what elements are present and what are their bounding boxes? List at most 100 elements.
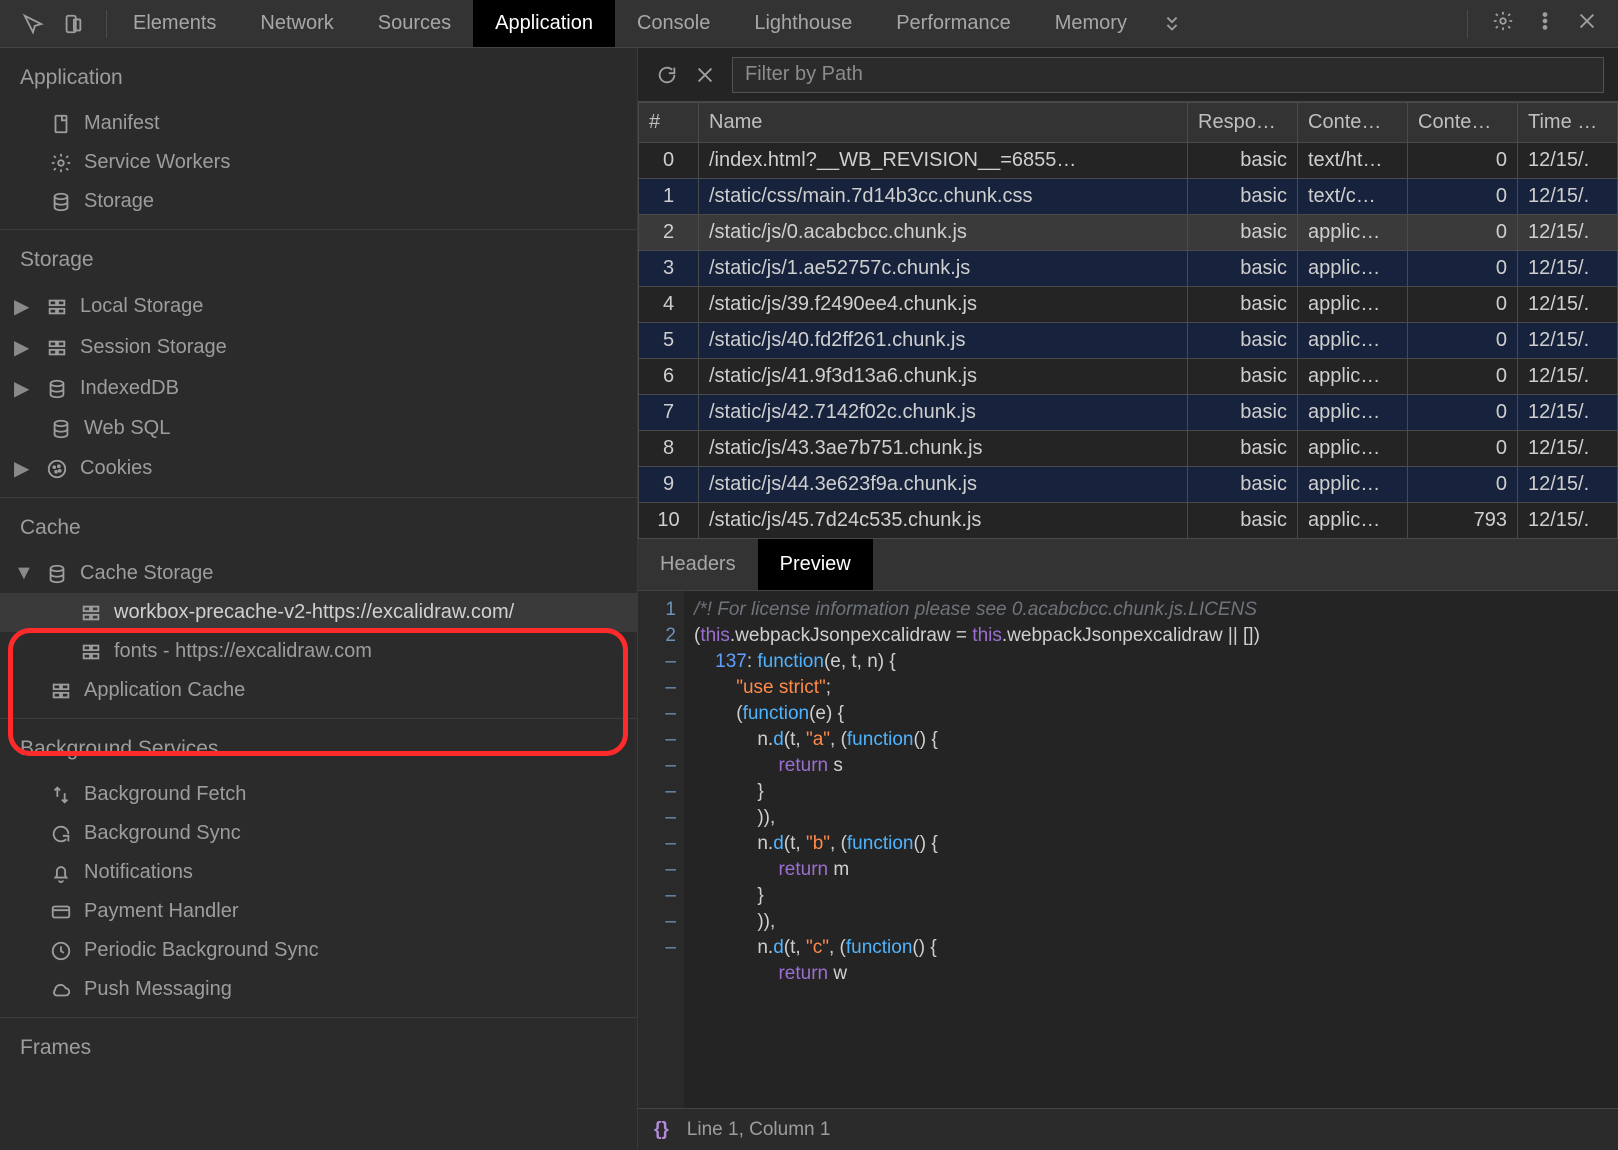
- sidebar-item-fonts-https-excalidraw-com[interactable]: fonts - https://excalidraw.com: [0, 632, 637, 671]
- tab-lighthouse[interactable]: Lighthouse: [732, 0, 874, 47]
- sidebar-item-payment-handler[interactable]: Payment Handler: [0, 892, 637, 931]
- filter-input[interactable]: [732, 57, 1604, 93]
- col-0[interactable]: #: [639, 103, 699, 143]
- sidebar-item-label: Service Workers: [84, 151, 230, 174]
- sidebar-item-storage[interactable]: Storage: [0, 182, 637, 221]
- sidebar-item-label: Push Messaging: [84, 978, 232, 1001]
- tab-memory[interactable]: Memory: [1033, 0, 1149, 47]
- table-row[interactable]: 10/static/js/45.7d24c535.chunk.jsbasicap…: [639, 503, 1618, 539]
- cache-toolbar: [638, 48, 1618, 102]
- cell: applic…: [1298, 467, 1408, 503]
- cache-table[interactable]: #NameRespo…Conte…Conte…Time … 0/index.ht…: [638, 102, 1618, 539]
- table-row[interactable]: 1/static/css/main.7d14b3cc.chunk.cssbasi…: [639, 179, 1618, 215]
- cell: basic: [1188, 503, 1298, 539]
- cell: 8: [639, 431, 699, 467]
- tab-elements[interactable]: Elements: [111, 0, 238, 47]
- cell: /static/js/0.acabcbcc.chunk.js: [699, 215, 1188, 251]
- subtab-preview[interactable]: Preview: [758, 539, 873, 590]
- cell: 3: [639, 251, 699, 287]
- close-icon[interactable]: [1576, 10, 1598, 32]
- table-row[interactable]: 5/static/js/40.fd2ff261.chunk.jsbasicapp…: [639, 323, 1618, 359]
- grid-icon: [46, 296, 68, 318]
- sidebar-item-label: Notifications: [84, 861, 193, 884]
- sidebar-item-application-cache[interactable]: Application Cache: [0, 671, 637, 710]
- cell: 12/15/.: [1518, 359, 1618, 395]
- col-5[interactable]: Time …: [1518, 103, 1618, 143]
- more-tabs-icon[interactable]: [1161, 13, 1183, 35]
- cell: /static/js/40.fd2ff261.chunk.js: [699, 323, 1188, 359]
- cell: applic…: [1298, 431, 1408, 467]
- sync-icon: [50, 823, 72, 845]
- expand-icon[interactable]: ▼: [14, 562, 30, 585]
- application-sidebar[interactable]: ApplicationManifestService WorkersStorag…: [0, 48, 638, 1150]
- sidebar-item-cache-storage[interactable]: ▼Cache Storage: [0, 554, 637, 593]
- cell: 12/15/.: [1518, 467, 1618, 503]
- refresh-icon[interactable]: [656, 64, 678, 86]
- sidebar-item-service-workers[interactable]: Service Workers: [0, 143, 637, 182]
- col-4[interactable]: Conte…: [1408, 103, 1518, 143]
- sidebar-item-web-sql[interactable]: Web SQL: [0, 409, 637, 448]
- table-row[interactable]: 9/static/js/44.3e623f9a.chunk.jsbasicapp…: [639, 467, 1618, 503]
- table-row[interactable]: 6/static/js/41.9f3d13a6.chunk.jsbasicapp…: [639, 359, 1618, 395]
- format-icon[interactable]: {}: [654, 1119, 669, 1141]
- tab-network[interactable]: Network: [238, 0, 355, 47]
- cell: basic: [1188, 431, 1298, 467]
- db-icon: [46, 563, 68, 585]
- cell: basic: [1188, 215, 1298, 251]
- file-icon: [50, 113, 72, 135]
- table-row[interactable]: 0/index.html?__WB_REVISION__=6855…basict…: [639, 143, 1618, 179]
- source-preview[interactable]: 12–––––––––––– /*! For license informati…: [638, 591, 1618, 1108]
- sidebar-item-session-storage[interactable]: ▶ Session Storage: [0, 327, 637, 368]
- sidebar-item-workbox-precache-v2-https-excalidraw-com[interactable]: workbox-precache-v2-https://excalidraw.c…: [0, 593, 637, 632]
- statusbar: {} Line 1, Column 1: [638, 1108, 1618, 1150]
- sidebar-item-cookies[interactable]: ▶Cookies: [0, 448, 637, 489]
- sidebar-item-background-fetch[interactable]: Background Fetch: [0, 775, 637, 814]
- cell: applic…: [1298, 215, 1408, 251]
- sidebar-item-background-sync[interactable]: Background Sync: [0, 814, 637, 853]
- tab-application[interactable]: Application: [473, 0, 615, 47]
- expand-icon[interactable]: ▶: [14, 294, 30, 319]
- sidebar-item-notifications[interactable]: Notifications: [0, 853, 637, 892]
- col-3[interactable]: Conte…: [1298, 103, 1408, 143]
- grid-icon: [80, 641, 102, 663]
- cell: 0: [1408, 395, 1518, 431]
- cell: 2: [639, 215, 699, 251]
- table-row[interactable]: 3/static/js/1.ae52757c.chunk.jsbasicappl…: [639, 251, 1618, 287]
- cell: 12/15/.: [1518, 503, 1618, 539]
- sidebar-item-local-storage[interactable]: ▶Local Storage: [0, 286, 637, 327]
- table-row[interactable]: 4/static/js/39.f2490ee4.chunk.jsbasicapp…: [639, 287, 1618, 323]
- sidebar-item-periodic-background-sync[interactable]: Periodic Background Sync: [0, 931, 637, 970]
- sidebar-item-manifest[interactable]: Manifest: [0, 104, 637, 143]
- subtab-headers[interactable]: Headers: [638, 539, 758, 590]
- line-gutter: 12––––––––––––: [638, 591, 684, 1108]
- device-toggle-icon[interactable]: [62, 13, 84, 35]
- tab-sources[interactable]: Sources: [356, 0, 473, 47]
- col-1[interactable]: Name: [699, 103, 1188, 143]
- sidebar-item-indexeddb[interactable]: ▶IndexedDB: [0, 368, 637, 409]
- cell: applic…: [1298, 503, 1408, 539]
- col-2[interactable]: Respo…: [1188, 103, 1298, 143]
- inspect-icon[interactable]: [22, 13, 44, 35]
- expand-icon[interactable]: ▶: [14, 376, 30, 401]
- cell: 0: [1408, 251, 1518, 287]
- cell: 12/15/.: [1518, 323, 1618, 359]
- cell: 0: [1408, 143, 1518, 179]
- cell: 0: [639, 143, 699, 179]
- tab-performance[interactable]: Performance: [874, 0, 1033, 47]
- cell: 4: [639, 287, 699, 323]
- sidebar-item-push-messaging[interactable]: Push Messaging: [0, 970, 637, 1009]
- cell: text/ht…: [1298, 143, 1408, 179]
- clear-icon[interactable]: [694, 64, 716, 86]
- sidebar-item-label: Session Storage: [80, 336, 227, 359]
- cell: basic: [1188, 359, 1298, 395]
- sidebar-item-label: workbox-precache-v2-https://excalidraw.c…: [114, 601, 514, 624]
- table-row[interactable]: 7/static/js/42.7142f02c.chunk.jsbasicapp…: [639, 395, 1618, 431]
- tab-console[interactable]: Console: [615, 0, 732, 47]
- expand-icon[interactable]: ▶: [14, 335, 30, 360]
- expand-icon[interactable]: ▶: [14, 456, 30, 481]
- cell: basic: [1188, 143, 1298, 179]
- kebab-icon[interactable]: [1534, 10, 1556, 32]
- table-row[interactable]: 8/static/js/43.3ae7b751.chunk.jsbasicapp…: [639, 431, 1618, 467]
- gear-icon[interactable]: [1492, 10, 1514, 32]
- table-row[interactable]: 2/static/js/0.acabcbcc.chunk.jsbasicappl…: [639, 215, 1618, 251]
